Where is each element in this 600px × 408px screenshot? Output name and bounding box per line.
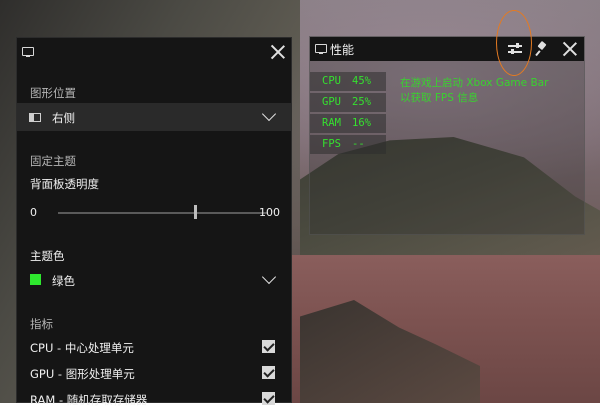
right-side-icon — [29, 113, 41, 122]
fps-hint-line1: 在游戏上启动 Xbox Game Bar — [400, 77, 549, 89]
performance-titlebar[interactable]: 性能 — [310, 37, 584, 61]
opacity-slider-thumb[interactable] — [193, 205, 197, 219]
metric-gpu-label: GPU - 图形处理单元 — [30, 367, 135, 381]
stat-cpu-value: 45% — [352, 75, 371, 87]
performance-title: 性能 — [330, 43, 355, 57]
green-color-swatch — [30, 274, 41, 285]
stat-cpu: CPU 45% — [310, 72, 386, 91]
stat-ram-value: 16% — [352, 117, 371, 129]
graph-position-label: 图形位置 — [30, 86, 76, 100]
opacity-label: 背面板透明度 — [30, 177, 99, 191]
stat-ram-name: RAM — [322, 117, 341, 129]
chevron-down-icon — [261, 106, 277, 122]
close-icon[interactable] — [563, 42, 577, 56]
fps-hint-line2: 以获取 FPS 信息 — [400, 92, 479, 104]
opacity-slider-track[interactable] — [58, 212, 268, 214]
settings-titlebar — [17, 38, 291, 66]
pin-theme-label: 固定主题 — [30, 154, 76, 168]
metric-ram-checkbox[interactable] — [262, 392, 275, 405]
widget-icon — [22, 47, 34, 57]
stat-fps-name: FPS — [322, 138, 341, 150]
theme-color-value[interactable]: 绿色 — [52, 273, 75, 289]
metric-gpu-checkbox[interactable] — [262, 366, 275, 379]
metrics-label: 指标 — [30, 317, 53, 331]
graph-position-value: 右侧 — [52, 111, 75, 125]
theme-color-label: 主题色 — [30, 249, 65, 263]
pin-icon[interactable] — [536, 42, 548, 56]
graph-position-dropdown[interactable]: 右侧 — [17, 103, 291, 131]
opacity-min-label: 0 — [30, 206, 37, 219]
performance-widget: 性能 CPU 45% GPU 25% RAM 16% FPS -- 在游戏上启动… — [309, 36, 585, 235]
opacity-max-label: 100 — [259, 206, 280, 219]
stat-gpu-name: GPU — [322, 96, 341, 108]
highlight-annotation-circle — [496, 10, 532, 76]
stat-fps: FPS -- — [310, 135, 386, 154]
stat-cpu-name: CPU — [322, 75, 341, 87]
metric-cpu-checkbox[interactable] — [262, 340, 275, 353]
metric-ram-label: RAM - 随机存取存储器 — [30, 393, 148, 407]
performance-settings-panel: 图形位置 右侧 固定主题 背面板透明度 0 100 主题色 绿色 指标 CPU … — [16, 37, 292, 407]
stat-gpu: GPU 25% — [310, 93, 386, 112]
stat-fps-value: -- — [352, 138, 365, 150]
stat-ram: RAM 16% — [310, 114, 386, 133]
fps-hint: 在游戏上启动 Xbox Game Bar 以获取 FPS 信息 — [400, 76, 580, 106]
close-icon[interactable] — [271, 45, 285, 59]
chevron-down-icon[interactable] — [261, 269, 277, 285]
metric-cpu-label: CPU - 中心处理单元 — [30, 341, 134, 355]
stat-gpu-value: 25% — [352, 96, 371, 108]
widget-icon — [315, 44, 327, 54]
